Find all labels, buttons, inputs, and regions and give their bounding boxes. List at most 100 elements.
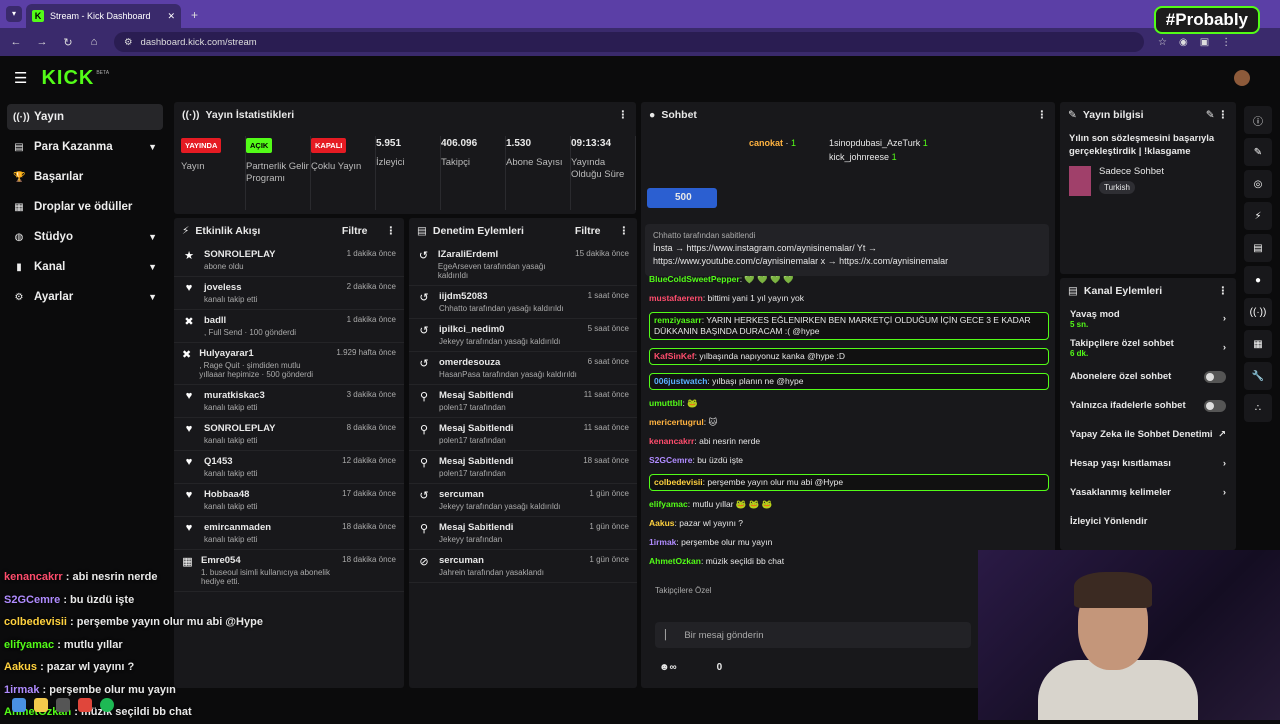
chat-username[interactable]: 006justwatch [654, 376, 707, 386]
category-name[interactable]: Sadece Sohbet [1099, 166, 1164, 177]
chat-username[interactable]: remziyasarr [654, 315, 702, 325]
dots-icon[interactable]: ∴ [1244, 394, 1272, 422]
chat-username[interactable]: Aakus [649, 518, 675, 528]
sidebar-item-para-kazanma[interactable]: ▤ Para Kazanma ▼ [7, 134, 163, 160]
event-user[interactable]: Emre054 [201, 555, 334, 566]
list-item[interactable]: ♥ Q1453 kanalı takip etti 12 dakika önce [174, 451, 404, 484]
filter-button[interactable]: Filtre [342, 225, 368, 237]
chat-username[interactable]: colbedevisii [654, 477, 703, 487]
chat-username[interactable]: mericertugrul [649, 417, 704, 427]
list-item[interactable]: ↺ ipilkci_nedim0 Jekeyy tarafından yasağı … [409, 319, 637, 352]
list-item[interactable]: ✖ Hulyayarar1 , Rage Quit · şimdiden mutlu… [174, 343, 404, 385]
event-user[interactable]: Q1453 [204, 456, 257, 467]
more-icon[interactable]: ⋮ [1218, 285, 1229, 297]
list-item[interactable]: ♥ muratkiskac3 kanalı takip etti 3 dakika ö… [174, 385, 404, 418]
channel-action-item[interactable]: Yasaklanmış kelimeler › [1060, 478, 1236, 507]
event-user[interactable]: emircanmaden [204, 522, 271, 533]
list-item[interactable]: ↺ sercuman Jekeyy tarafından yasağı kaldır… [409, 484, 637, 517]
event-user[interactable]: ipilkci_nedim0 [439, 324, 560, 335]
toggle-switch[interactable] [1204, 370, 1226, 383]
list-item[interactable]: ✖ badll , Full Send · 100 gönderdi 1 dakika… [174, 310, 404, 343]
tab-search-icon[interactable]: ▾ [6, 6, 22, 22]
spotify-icon[interactable] [100, 698, 114, 712]
browser-tab[interactable]: K Stream - Kick Dashboard ✕ [26, 4, 181, 28]
forward-icon[interactable]: → [36, 36, 48, 48]
chat-username[interactable]: elifyamac [649, 499, 688, 509]
channel-action-item[interactable]: Abonelere özel sohbet [1060, 362, 1236, 391]
chat-username[interactable]: 1irmak [649, 537, 676, 547]
list-item[interactable]: ★ SONROLEPLAY abone oldu 1 dakika önce [174, 244, 404, 277]
sidebar-item-yayin[interactable]: ((·)) Yayın [7, 104, 163, 130]
channel-action-item[interactable]: Yapay Zeka ile Sohbet Denetimi ↗ [1060, 420, 1236, 449]
event-user[interactable]: joveless [204, 282, 257, 293]
event-user[interactable]: Hulyayarar1 [199, 348, 328, 359]
emote-icon[interactable]: ☻∞ [659, 662, 677, 673]
hamburger-menu-icon[interactable]: ☰ [14, 69, 27, 87]
event-user[interactable]: Mesaj Sabitlendi [439, 423, 513, 434]
list-item[interactable]: ♥ joveless kanalı takip etti 2 dakika önce [174, 277, 404, 310]
event-user[interactable]: SONROLEPLAY [204, 249, 275, 260]
pencil-icon[interactable]: ✎ [1244, 138, 1272, 166]
sidebar-item-studyo[interactable]: ◍ Stüdyo ▼ [7, 224, 163, 250]
sidebar-item-droplar[interactable]: ▦ Droplar ve ödüller [7, 194, 163, 220]
leader-name[interactable]: canokat [749, 138, 783, 148]
more-icon[interactable]: ⋮ [1037, 109, 1048, 121]
extensions-puzzle-icon[interactable]: ▣ [1200, 37, 1209, 48]
event-user[interactable]: omerdesouza [439, 357, 577, 368]
edit-icon[interactable]: ✎ ⋮ [1206, 109, 1228, 121]
menu-dots-icon[interactable]: ⋮ [1221, 37, 1231, 48]
list-item[interactable]: ↺ omerdesouza HasanPasa tarafından yasağı … [409, 352, 637, 385]
layout-icon[interactable]: ▦ [1244, 330, 1272, 358]
list-item[interactable]: ↺ iijdm52083 Chhatto tarafından yasağı kal… [409, 286, 637, 319]
chat-username[interactable]: AhmetOzkan [649, 556, 701, 566]
event-user[interactable]: sercuman [439, 555, 544, 566]
kick-logo[interactable]: KICK [41, 67, 94, 90]
pinned-text[interactable]: İnsta → https://www.instagram.com/aynisi… [653, 242, 1041, 268]
target-icon[interactable]: ◎ [1244, 170, 1272, 198]
list-item[interactable]: ♥ SONROLEPLAY kanalı takip etti 8 dakika ön… [174, 418, 404, 451]
event-user[interactable]: Mesaj Sabitlendi [439, 456, 513, 467]
event-user[interactable]: badll [204, 315, 296, 326]
url-field[interactable]: ⚙ dashboard.kick.com/stream [114, 32, 1144, 52]
tab-close-icon[interactable]: ✕ [167, 11, 175, 22]
event-user[interactable]: SONROLEPLAY [204, 423, 275, 434]
chat-icon[interactable]: ● [1244, 266, 1272, 294]
event-user[interactable]: iijdm52083 [439, 291, 564, 302]
broadcast-icon[interactable]: ((·)) [1244, 298, 1272, 326]
channel-action-item[interactable]: Yalnızca ifadelerle sohbet [1060, 391, 1236, 420]
channel-action-item[interactable]: Takipçilere özel sohbet 6 dk. › [1060, 333, 1236, 362]
list-item[interactable]: ⚲ Mesaj Sabitlendi Jekeyy tarafından 1 gün … [409, 517, 637, 550]
channel-action-item[interactable]: Yavaş mod 5 sn. › [1060, 304, 1236, 333]
toggle-switch[interactable] [1204, 399, 1226, 412]
event-user[interactable]: Mesaj Sabitlendi [439, 390, 513, 401]
wrench-icon[interactable]: 🔧 [1244, 362, 1272, 390]
chat-input[interactable]: ▏ Bir mesaj gönderin [655, 622, 971, 648]
more-icon[interactable]: ⋮ [618, 109, 629, 121]
list-item[interactable]: ⚲ Mesaj Sabitlendi polen17 tarafından 11 sa… [409, 418, 637, 451]
more-icon[interactable]: ⋮ [619, 225, 630, 237]
app-icon[interactable] [56, 698, 70, 712]
bookmark-star-icon[interactable]: ☆ [1158, 37, 1167, 48]
gift-goal-badge[interactable]: 500 [647, 188, 717, 208]
leader-name[interactable]: 1sinopdubasi_AzeTurk [829, 138, 920, 148]
sidebar-item-ayarlar[interactable]: ⚙ Ayarlar ▼ [7, 284, 163, 310]
sidebar-item-kanal[interactable]: ▮ Kanal ▼ [7, 254, 163, 280]
mic-icon[interactable]: ▏ [665, 630, 672, 641]
channel-action-item[interactable]: İzleyici Yönlendir [1060, 507, 1236, 536]
list-item[interactable]: ↺ IZaraliErdemI EgeArseven tarafından yasa… [409, 244, 637, 286]
event-user[interactable]: IZaraliErdemI [438, 249, 567, 260]
browser-icon[interactable] [78, 698, 92, 712]
reload-icon[interactable]: ↻ [62, 36, 74, 49]
list-item[interactable]: ⚲ Mesaj Sabitlendi polen17 tarafından 18 sa… [409, 451, 637, 484]
channel-action-item[interactable]: Hesap yaşı kısıtlaması › [1060, 449, 1236, 478]
category-thumbnail[interactable] [1069, 166, 1091, 196]
new-tab-icon[interactable]: + [191, 8, 198, 22]
list-item[interactable]: ⚲ Mesaj Sabitlendi polen17 tarafından 11 sa… [409, 385, 637, 418]
list-item[interactable]: ♥ Hobbaa48 kanalı takip etti 17 dakika önce [174, 484, 404, 517]
chat-username[interactable]: KafSinKef [654, 351, 695, 361]
list-item[interactable]: ⊘ sercuman Jahrein tarafından yasaklandı 1 … [409, 550, 637, 583]
chat-username[interactable]: umuttbll [649, 398, 683, 408]
chat-username[interactable]: kenancakrr [649, 436, 694, 446]
leader-name[interactable]: kick_johnreese [829, 152, 889, 162]
user-avatar[interactable] [1234, 70, 1250, 86]
